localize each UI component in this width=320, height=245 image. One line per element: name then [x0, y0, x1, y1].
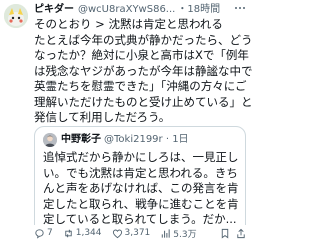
quoted-author-name: 中野彰子 — [61, 134, 101, 145]
quoted-body-line: い。でも沈黙は肯定と思われる。きち — [43, 165, 238, 180]
tweet-body-line: 理解いただけたものと受け止めている」と — [34, 94, 253, 109]
quoted-author-avatar — [43, 133, 57, 147]
view-count: 5.3万 — [173, 229, 197, 240]
quoted-author-handle: @Toki2199r · 1日 — [104, 134, 189, 145]
reply-button[interactable]: 7 — [34, 228, 53, 239]
reply-count: 7 — [47, 228, 53, 238]
retweet-count: 1,344 — [75, 228, 102, 238]
tweet-body-line: 発信して利用しただろう。 — [34, 110, 171, 124]
author-avatar[interactable] — [4, 4, 28, 28]
retweet-button[interactable]: 1,344 — [63, 228, 102, 239]
quoted-body-line: んと声をあげなければ、この発言を肯 — [43, 181, 239, 195]
tweet-body: そのとおり > 沈黙は肯定と思われる たとえば今年の式典が静かだったら、どう な… — [34, 17, 253, 126]
retweet-icon — [65, 229, 72, 237]
tweet[interactable]: ピキダー @wcU8raXYwS86... ・18時間 そのとおり > 沈黙は肯… — [0, 0, 253, 245]
quoted-tweet[interactable]: 中野彰子 @Toki2199r · 1日 追悼式だから静かにしろは、一見正し い… — [34, 126, 246, 236]
quoted-tweet-body: 追悼式だから静かにしろは、一見正し い。でも沈黙は肯定と思われる。きち んと声を… — [43, 150, 239, 228]
heart-icon — [112, 229, 122, 238]
bookmark-icon — [221, 228, 229, 239]
tweet-body-line: は残念なヤジがあったが今年は静謐な中で — [34, 63, 253, 78]
quoted-body-line: 定したと取られ、戦争に進むことを肯 — [43, 196, 239, 211]
share-button[interactable] — [236, 228, 248, 239]
reply-icon — [35, 228, 44, 239]
author-name[interactable]: ピキダー — [34, 3, 74, 17]
author-handle[interactable]: @wcU8raXYwS86... — [78, 3, 175, 17]
tweet-body-line: なったか？絶対に小泉と高市はXで「例年 — [34, 48, 249, 62]
more-options-icon[interactable] — [233, 2, 247, 16]
like-count: 3,371 — [124, 228, 151, 238]
quoted-tweet-header: 中野彰子 @Toki2199r · 1日 — [43, 133, 239, 147]
tweet-time[interactable]: ・18時間 — [177, 3, 220, 17]
tweet-header: ピキダー @wcU8raXYwS86... ・18時間 — [34, 3, 248, 17]
action-bar: 7 1,344 3,371 5.3万 — [34, 225, 248, 241]
tweet-body-line: たとえば今年の式典が静かだったら、どう — [34, 32, 253, 47]
views-button[interactable]: 5.3万 — [160, 227, 197, 240]
tweet-body-line: 英霊たちを慰霊できた」「沖縄の方々にご — [34, 79, 247, 93]
bookmark-button[interactable] — [220, 228, 232, 239]
like-button[interactable]: 3,371 — [112, 228, 151, 239]
tweet-body-line: そのとおり > 沈黙は肯定と思われる — [34, 17, 223, 31]
quoted-body-line: 追悼式だから静かにしろは、一見正し — [43, 150, 239, 164]
analytics-icon — [162, 228, 170, 238]
share-icon — [237, 228, 245, 238]
